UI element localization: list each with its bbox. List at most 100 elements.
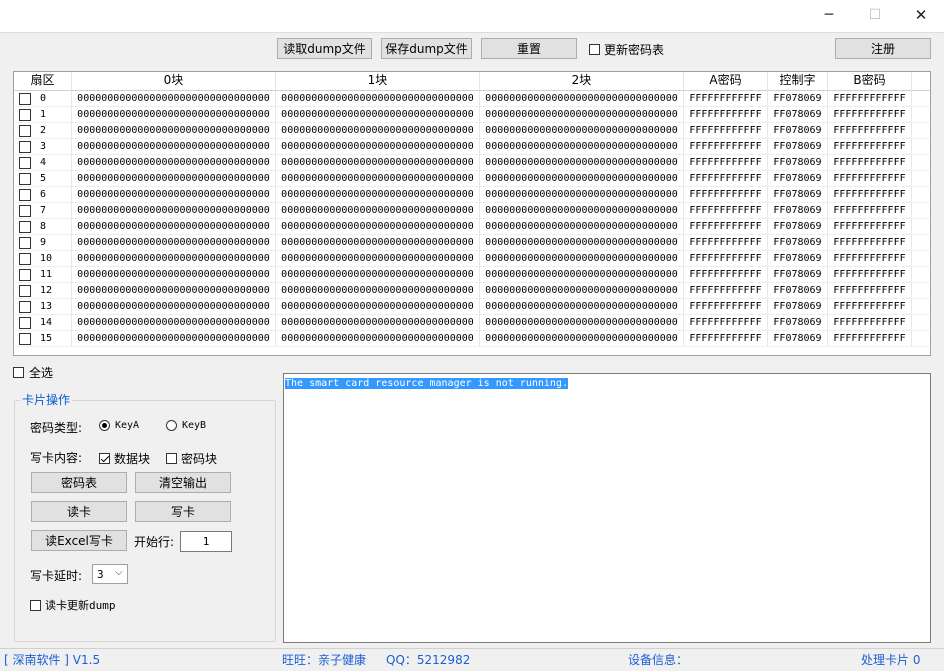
cell-block1[interactable]: 00000000000000000000000000000000 [276,187,480,203]
cell-sector[interactable]: 0 [14,91,72,107]
cell-access[interactable]: FF078069 [768,203,828,219]
table-row[interactable]: 5 00000000000000000000000000000000 0000000… [14,171,930,187]
maximize-icon[interactable]: ☐ [852,0,898,30]
cell-block0[interactable]: 00000000000000000000000000000000 [72,235,276,251]
table-row[interactable]: 11 00000000000000000000000000000000 000000… [14,267,930,283]
cell-sector[interactable]: 3 [14,139,72,155]
cell-block2[interactable]: 00000000000000000000000000000000 [480,219,684,235]
cell-block2[interactable]: 00000000000000000000000000000000 [480,123,684,139]
cell-block1[interactable]: 00000000000000000000000000000000 [276,315,480,331]
cell-block2[interactable]: 00000000000000000000000000000000 [480,107,684,123]
cell-key-a[interactable]: FFFFFFFFFFFF [684,187,768,203]
cell-key-a[interactable]: FFFFFFFFFFFF [684,139,768,155]
cell-block2[interactable]: 00000000000000000000000000000000 [480,267,684,283]
cell-access[interactable]: FF078069 [768,91,828,107]
cell-key-a[interactable]: FFFFFFFFFFFF [684,203,768,219]
table-row[interactable]: 4 00000000000000000000000000000000 0000000… [14,155,930,171]
row-checkbox[interactable] [19,236,31,249]
cell-sector[interactable]: 12 [14,283,72,299]
clear-output-button[interactable]: 清空输出 [135,472,231,493]
cell-block1[interactable]: 00000000000000000000000000000000 [276,219,480,235]
cell-access[interactable]: FF078069 [768,315,828,331]
cell-block0[interactable]: 00000000000000000000000000000000 [72,299,276,315]
cell-sector[interactable]: 11 [14,267,72,283]
cell-key-b[interactable]: FFFFFFFFFFFF [828,235,912,251]
cell-block0[interactable]: 00000000000000000000000000000000 [72,171,276,187]
header-key-a[interactable]: A密码 [684,72,768,91]
cell-access[interactable]: FF078069 [768,267,828,283]
read-excel-write-button[interactable]: 读Excel写卡 [31,530,127,551]
table-row[interactable]: 0 00000000000000000000000000000000 0000000… [14,91,930,107]
cell-access[interactable]: FF078069 [768,187,828,203]
reset-button[interactable]: 重置 [481,38,577,59]
cell-block1[interactable]: 00000000000000000000000000000000 [276,107,480,123]
cell-key-a[interactable]: FFFFFFFFFFFF [684,171,768,187]
cell-block0[interactable]: 00000000000000000000000000000000 [72,155,276,171]
row-checkbox[interactable] [19,140,31,153]
cell-key-a[interactable]: FFFFFFFFFFFF [684,299,768,315]
table-row[interactable]: 9 00000000000000000000000000000000 0000000… [14,235,930,251]
checkbox-box[interactable] [589,44,600,55]
row-checkbox[interactable] [19,156,31,169]
cell-sector[interactable]: 2 [14,123,72,139]
cell-key-a[interactable]: FFFFFFFFFFFF [684,155,768,171]
cell-sector[interactable]: 10 [14,251,72,267]
cell-sector[interactable]: 7 [14,203,72,219]
row-checkbox[interactable] [19,108,31,121]
cell-block2[interactable]: 00000000000000000000000000000000 [480,299,684,315]
cell-key-b[interactable]: FFFFFFFFFFFF [828,123,912,139]
cell-key-b[interactable]: FFFFFFFFFFFF [828,139,912,155]
radio-dot[interactable] [99,420,110,431]
cell-access[interactable]: FF078069 [768,123,828,139]
cell-block2[interactable]: 00000000000000000000000000000000 [480,155,684,171]
cell-key-b[interactable]: FFFFFFFFFFFF [828,283,912,299]
table-row[interactable]: 6 00000000000000000000000000000000 0000000… [14,187,930,203]
cell-block0[interactable]: 00000000000000000000000000000000 [72,91,276,107]
write-card-button[interactable]: 写卡 [135,501,231,522]
cell-access[interactable]: FF078069 [768,331,828,347]
minimize-icon[interactable]: ─ [806,0,852,30]
output-log[interactable]: The smart card resource manager is not r… [283,373,931,643]
header-access[interactable]: 控制字 [768,72,828,91]
select-all-checkbox[interactable]: 全选 [13,364,53,381]
cell-block2[interactable]: 00000000000000000000000000000000 [480,139,684,155]
checkbox-box[interactable] [13,367,24,378]
cell-block2[interactable]: 00000000000000000000000000000000 [480,315,684,331]
cell-block0[interactable]: 00000000000000000000000000000000 [72,219,276,235]
key-a-radio[interactable]: KeyA [99,420,139,431]
cell-block2[interactable]: 00000000000000000000000000000000 [480,251,684,267]
key-b-radio[interactable]: KeyB [166,420,206,431]
cell-block1[interactable]: 00000000000000000000000000000000 [276,235,480,251]
row-checkbox[interactable] [19,220,31,233]
table-row[interactable]: 12 00000000000000000000000000000000 000000… [14,283,930,299]
cell-block0[interactable]: 00000000000000000000000000000000 [72,267,276,283]
start-row-input[interactable] [180,531,232,552]
key-block-checkbox[interactable]: 密码块 [166,450,217,467]
cell-block2[interactable]: 00000000000000000000000000000000 [480,203,684,219]
cell-key-a[interactable]: FFFFFFFFFFFF [684,91,768,107]
cell-access[interactable]: FF078069 [768,235,828,251]
row-checkbox[interactable] [19,284,31,297]
header-block1[interactable]: 1块 [276,72,480,91]
cell-key-a[interactable]: FFFFFFFFFFFF [684,123,768,139]
cell-sector[interactable]: 9 [14,235,72,251]
cell-block0[interactable]: 00000000000000000000000000000000 [72,139,276,155]
cell-sector[interactable]: 13 [14,299,72,315]
close-icon[interactable]: ✕ [898,0,944,30]
checkbox-box[interactable] [166,453,177,464]
cell-access[interactable]: FF078069 [768,139,828,155]
table-row[interactable]: 13 00000000000000000000000000000000 000000… [14,299,930,315]
cell-key-b[interactable]: FFFFFFFFFFFF [828,315,912,331]
cell-block2[interactable]: 00000000000000000000000000000000 [480,91,684,107]
row-checkbox[interactable] [19,332,31,345]
cell-block2[interactable]: 00000000000000000000000000000000 [480,331,684,347]
radio-dot[interactable] [166,420,177,431]
cell-sector[interactable]: 5 [14,171,72,187]
header-block2[interactable]: 2块 [480,72,684,91]
table-row[interactable]: 3 00000000000000000000000000000000 0000000… [14,139,930,155]
cell-key-a[interactable]: FFFFFFFFFFFF [684,283,768,299]
cell-key-b[interactable]: FFFFFFFFFFFF [828,187,912,203]
cell-block1[interactable]: 00000000000000000000000000000000 [276,171,480,187]
row-checkbox[interactable] [19,268,31,281]
update-dump-checkbox[interactable]: 读卡更新dump [30,597,116,613]
